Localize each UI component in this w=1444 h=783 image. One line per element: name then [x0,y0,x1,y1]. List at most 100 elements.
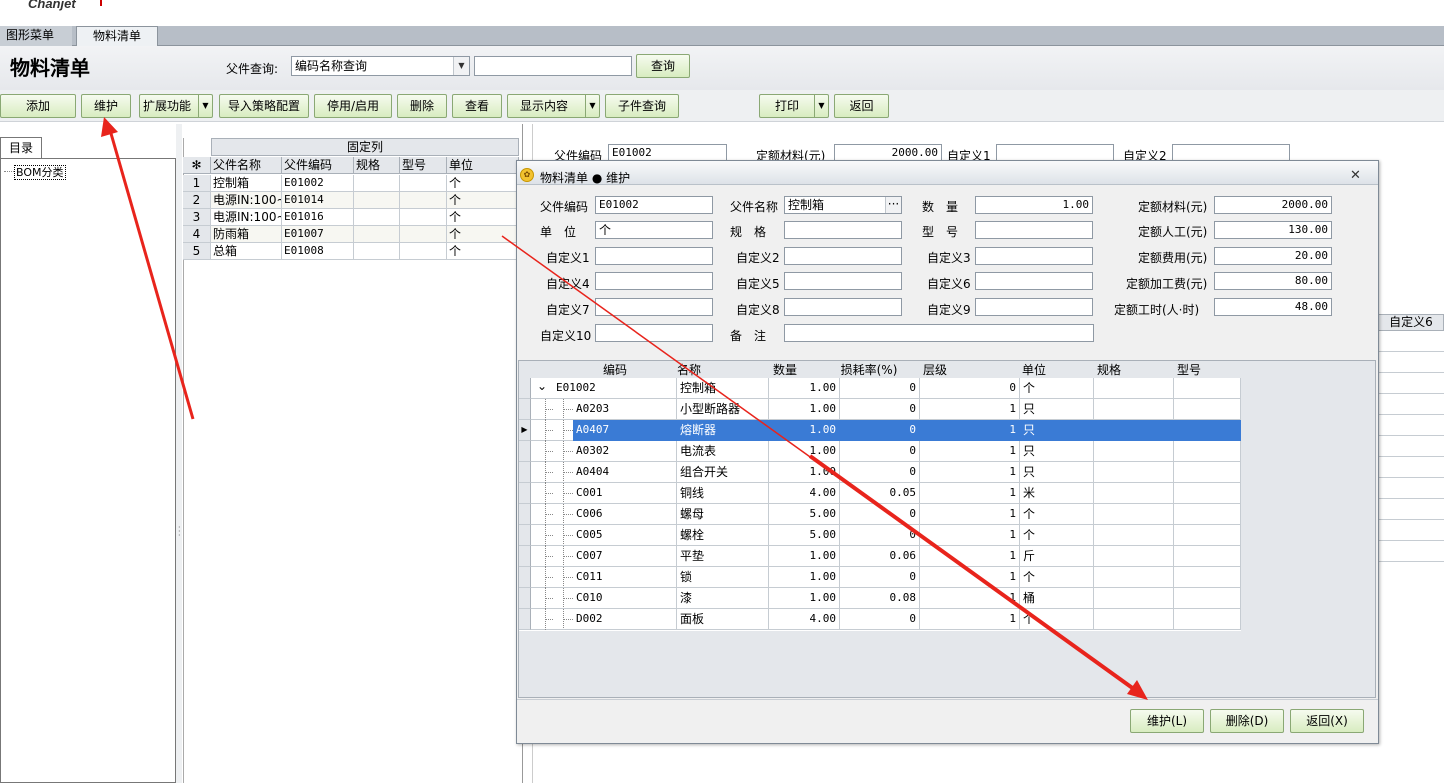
tree-cell-name[interactable]: 组合开关 [677,462,769,483]
tree-cell-qty[interactable]: 4.00 [769,483,840,504]
chevron-down-icon[interactable]: ▼ [453,57,469,75]
tree-cell[interactable] [1174,504,1241,525]
tree-cell[interactable] [1174,441,1241,462]
tree-cell-loss[interactable]: 0 [840,567,920,588]
row-header[interactable] [519,378,531,399]
dlg-spec-field[interactable] [784,221,902,239]
tree-cell-qty[interactable]: 4.00 [769,609,840,630]
grid-cell-code[interactable]: E01002 [282,175,354,192]
collapse-chevron-icon[interactable]: ⌄ [531,378,553,399]
grid-col-model[interactable]: 型号 [400,157,447,174]
tree-cell[interactable] [1094,504,1174,525]
grid-cell[interactable] [400,209,447,226]
tree-cell[interactable] [1094,462,1174,483]
tree-cell-unit[interactable]: 只 [1020,462,1094,483]
query-type-select[interactable]: 编码名称查询 ▼ [291,56,470,76]
grid-cell-code[interactable]: E01007 [282,226,354,243]
tree-cell-code[interactable]: C001 [573,483,677,504]
child-query-button[interactable]: 子件查询 [605,94,679,118]
grid-cell[interactable] [400,226,447,243]
tree-cell-unit[interactable]: 只 [1020,420,1094,441]
tree-cell-loss[interactable]: 0 [840,504,920,525]
tree-cell-code[interactable]: E01002 [553,378,677,399]
add-button[interactable]: 添加 [0,94,76,118]
chevron-down-icon[interactable]: ▼ [814,95,828,117]
tree-cell-level[interactable]: 1 [920,420,1020,441]
tree-cell-level[interactable]: 1 [920,441,1020,462]
tree-cell[interactable] [1174,609,1241,630]
tree-cell-level[interactable]: 1 [920,525,1020,546]
tree-cell[interactable] [1174,546,1241,567]
grid-cell[interactable] [354,209,400,226]
pane-splitter[interactable] [176,124,182,783]
dlg-custom9-field[interactable] [975,298,1093,316]
tree-cell-level[interactable]: 1 [920,609,1020,630]
tree-cell-loss[interactable]: 0 [840,399,920,420]
tree-node-bom-category[interactable]: BOM分类 [14,165,66,180]
tree-cell[interactable] [1094,525,1174,546]
tree-cell-unit[interactable]: 个 [1020,525,1094,546]
tree-cell[interactable] [1094,483,1174,504]
ellipsis-icon[interactable]: ··· [885,197,901,213]
tree-cell-name[interactable]: 锁 [677,567,769,588]
close-icon[interactable]: ✕ [1350,168,1361,183]
grid-cell-code[interactable]: E01008 [282,243,354,260]
row-header[interactable] [519,504,531,525]
tree-cell-name[interactable]: 小型断路器 [677,399,769,420]
dlg-fee-field[interactable]: 20.00 [1214,247,1332,265]
dlg-parent-name-field[interactable]: 控制箱 ··· [784,196,902,214]
dlg-hours-field[interactable]: 48.00 [1214,298,1332,316]
dlg-processing-field[interactable]: 80.00 [1214,272,1332,290]
row-header[interactable] [519,546,531,567]
tree-cell-loss[interactable]: 0 [840,441,920,462]
grid-cell-unit[interactable]: 个 [447,209,519,226]
tree-cell-unit[interactable]: 斤 [1020,546,1094,567]
tree-cell-level[interactable]: 0 [920,378,1020,399]
tree-cell-unit[interactable]: 桶 [1020,588,1094,609]
tree-cell-code[interactable]: A0404 [573,462,677,483]
tree-cell-loss[interactable]: 0 [840,609,920,630]
tree-cell-level[interactable]: 1 [920,567,1020,588]
grid-cell-name[interactable]: 控制箱 [211,175,282,192]
dlg-custom1-field[interactable] [595,247,713,265]
tree-cell[interactable] [1094,378,1174,399]
grid-cell[interactable] [400,243,447,260]
tree-cell-unit[interactable]: 米 [1020,483,1094,504]
tree-cell[interactable] [1174,420,1241,441]
tree-col-name[interactable]: 名称 [677,362,701,379]
tree-cell-code[interactable]: A0203 [573,399,677,420]
current-row-indicator-icon[interactable]: ▶ [519,420,531,441]
tree-cell-name[interactable]: 控制箱 [677,378,769,399]
grid-cell[interactable] [354,175,400,192]
tree-col-loss[interactable]: 损耗率(%) [840,362,898,379]
grid-col-unit[interactable]: 单位 [447,157,519,174]
grid-cell[interactable] [400,175,447,192]
tree-cell[interactable] [1174,588,1241,609]
tree-col-level[interactable]: 层级 [921,362,949,379]
tree-cell[interactable] [1174,525,1241,546]
maintain-button[interactable]: 维护 [81,94,131,118]
dlg-custom8-field[interactable] [784,298,902,316]
tree-cell-loss[interactable]: 0.06 [840,546,920,567]
tree-cell-qty[interactable]: 1.00 [769,441,840,462]
tree-cell-name[interactable]: 螺母 [677,504,769,525]
dialog-title-bar[interactable] [517,161,1378,185]
dlg-back-button[interactable]: 返回(X) [1290,709,1364,733]
dlg-parent-code-field[interactable]: E01002 [595,196,713,214]
tree-cell-unit[interactable]: 只 [1020,441,1094,462]
dlg-custom3-field[interactable] [975,247,1093,265]
grid-cell[interactable] [400,192,447,209]
tree-cell-loss[interactable]: 0 [840,378,920,399]
chevron-down-icon[interactable]: ▼ [198,95,212,117]
tree-cell-level[interactable]: 1 [920,483,1020,504]
tree-cell[interactable] [1094,567,1174,588]
tree-cell-qty[interactable]: 1.00 [769,567,840,588]
tree-cell[interactable] [1094,546,1174,567]
dlg-custom2-field[interactable] [784,247,902,265]
tree-cell-code[interactable]: C011 [573,567,677,588]
grid-cell[interactable] [354,243,400,260]
dlg-custom6-field[interactable] [975,272,1093,290]
dlg-labor-field[interactable]: 130.00 [1214,221,1332,239]
query-input[interactable] [474,56,632,76]
tree-cell-qty[interactable]: 5.00 [769,525,840,546]
